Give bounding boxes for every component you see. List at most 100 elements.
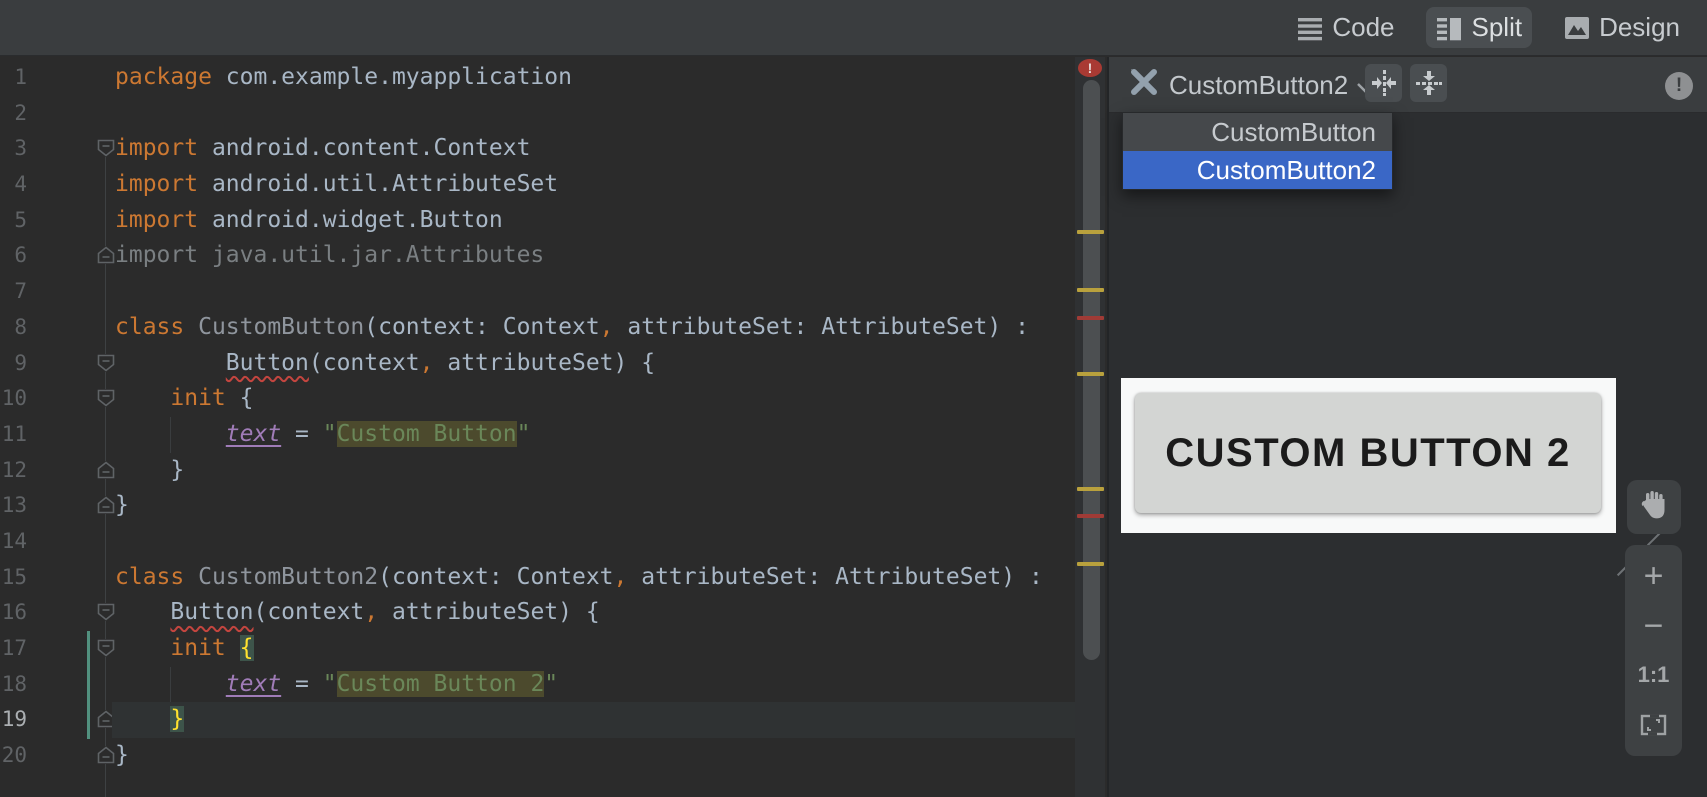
code-line[interactable]: Button(context, attributeSet) { [112,595,1075,631]
code-line[interactable]: import android.widget.Button [112,203,1075,239]
line-number[interactable]: 15 [2,560,27,596]
code-token: import [115,171,198,197]
line-number[interactable]: 4 [14,167,27,203]
code-token: } [170,706,184,732]
preview-class-dropdown[interactable]: CustomButton2 [1127,65,1374,105]
code-line[interactable] [112,96,1075,132]
line-number[interactable]: 11 [2,417,27,453]
code-line[interactable]: Button(context, attributeSet) { [112,346,1075,382]
code-line[interactable]: import android.util.AttributeSet [112,167,1075,203]
code-line[interactable]: package com.example.myapplication [112,60,1075,96]
code-line[interactable]: text = "Custom Button 2" [112,667,1075,703]
code-line[interactable]: class CustomButton2(context: Context, at… [112,560,1075,596]
line-number[interactable]: 3 [14,131,27,167]
gutter-row: 7 [0,274,115,310]
code-token: android.widget.Button [198,207,503,233]
zoom-to-fit-button[interactable] [1625,710,1682,740]
code-token: import [115,207,198,233]
preview-canvas[interactable]: CUSTOM BUTTON 2 [1121,378,1616,533]
zoom-out-button[interactable]: − [1625,611,1682,641]
warning-stripe-mark[interactable] [1077,562,1104,566]
gutter-row: 12 [0,453,115,489]
warning-stripe-mark[interactable] [1077,288,1104,292]
tab-split[interactable]: Split [1426,7,1532,48]
code-token: { [226,385,254,411]
code-token: " [323,421,337,447]
warning-stripe-mark[interactable] [1077,230,1104,234]
line-number[interactable]: 2 [14,96,27,132]
gutter-row: 8 [0,310,115,346]
zoom-actual-size-button[interactable]: 1:1 [1625,660,1682,690]
code-line[interactable]: import android.content.Context [112,131,1075,167]
code-line[interactable] [112,524,1075,560]
line-number[interactable]: 7 [14,274,27,310]
popup-item-custombutton[interactable]: CustomButton [1123,113,1392,151]
line-number[interactable]: 1 [14,60,27,96]
pan-tool-button[interactable] [1627,480,1681,534]
code-line[interactable]: } [112,702,1075,738]
code-line[interactable]: init { [112,631,1075,667]
code-token [115,599,170,625]
line-number[interactable]: 9 [14,346,27,382]
android-studio-split-view: Code Split Design 1234567891011121314151… [0,0,1707,797]
code-token: Custom Button 2 [337,671,545,697]
code-icon [1297,15,1323,41]
error-stripe-mark[interactable] [1077,316,1104,320]
code-line[interactable]: } [112,453,1075,489]
line-number[interactable]: 8 [14,310,27,346]
code-line[interactable] [112,274,1075,310]
view-mode-bar: Code Split Design [0,0,1707,56]
design-toolbar: CustomButton2 ! [1109,57,1707,113]
line-number[interactable]: 19 [2,702,27,738]
code-line[interactable]: init { [112,381,1075,417]
editor-scrollbar-thumb[interactable] [1083,80,1100,660]
popup-item-custombutton2[interactable]: CustomButton2 [1123,151,1392,189]
tab-code[interactable]: Code [1287,7,1404,48]
line-number[interactable]: 18 [2,667,27,703]
line-number[interactable]: 12 [2,453,27,489]
line-number[interactable]: 6 [14,238,27,274]
zoom-controls: + − 1:1 [1625,545,1682,756]
code-token: " [544,671,558,697]
code-token: CustomButton [184,314,364,340]
inspection-error-badge[interactable]: ! [1078,59,1102,77]
code-token: package [115,64,212,90]
error-stripe-mark[interactable] [1077,514,1104,518]
shrink-horizontal-button[interactable] [1365,64,1402,102]
code-token: } [115,742,129,768]
line-number[interactable]: 5 [14,203,27,239]
code-lines[interactable]: package com.example.myapplication import … [112,60,1075,774]
preview-class-label: CustomButton2 [1169,70,1348,101]
code-line[interactable]: class CustomButton(context: Context, att… [112,310,1075,346]
split-icon [1436,15,1462,41]
code-token: } [115,457,184,483]
line-number[interactable]: 16 [2,595,27,631]
line-number[interactable]: 10 [2,381,27,417]
code-line[interactable]: } [112,488,1075,524]
code-token: , [614,564,628,590]
warning-stripe-mark[interactable] [1077,372,1104,376]
custom-button-preview[interactable]: CUSTOM BUTTON 2 [1135,393,1601,513]
gutter-row: 5 [0,203,115,239]
vcs-change-bar [87,631,90,739]
warning-stripe-mark[interactable] [1077,487,1104,491]
design-tools-icon [1127,65,1161,106]
line-number[interactable]: 13 [2,488,27,524]
code-token: } [115,492,129,518]
gutter-row: 11 [0,417,115,453]
code-line[interactable]: import java.util.jar.Attributes [112,238,1075,274]
preview-warning-badge[interactable]: ! [1665,72,1693,100]
shrink-vertical-button[interactable] [1410,64,1447,102]
line-number[interactable]: 20 [2,738,27,774]
gutter-row: 14 [0,524,115,560]
code-editor[interactable]: 1234567891011121314151617181920 package … [0,57,1107,797]
code-token [115,421,226,447]
tab-design[interactable]: Design [1554,7,1690,48]
code-line[interactable]: text = "Custom Button" [112,417,1075,453]
code-token: init [170,635,225,661]
line-number[interactable]: 14 [2,524,27,560]
code-line[interactable]: } [112,738,1075,774]
resize-handle[interactable] [1647,532,1661,546]
zoom-in-button[interactable]: + [1625,561,1682,591]
line-number[interactable]: 17 [2,631,27,667]
